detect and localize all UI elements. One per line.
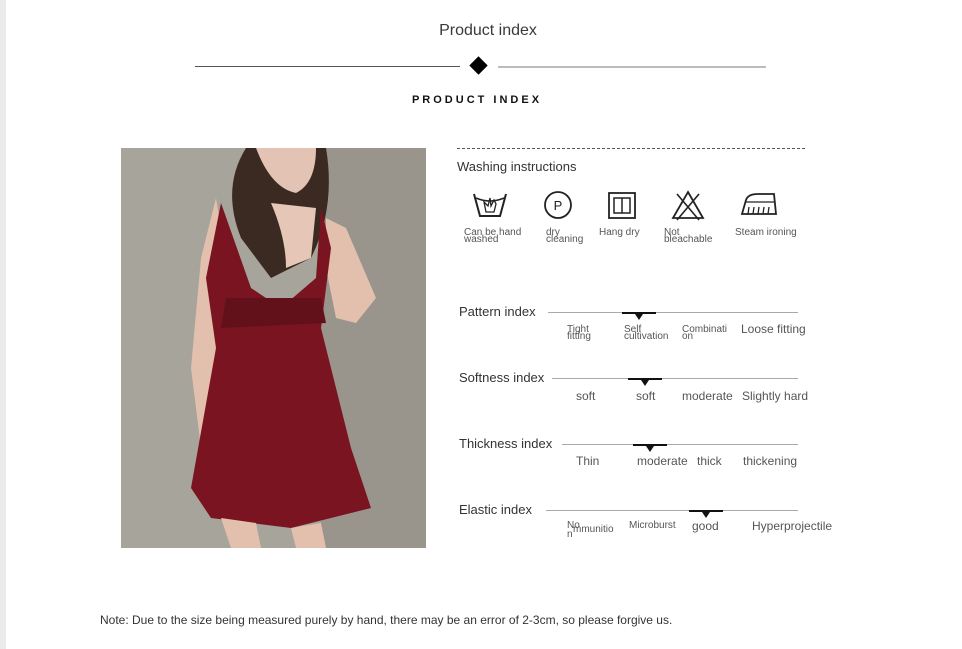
softness-index-marker bbox=[628, 378, 662, 386]
page-title: Product index bbox=[439, 22, 537, 39]
thickness-option-3: thick bbox=[697, 454, 722, 468]
elastic-option-1c: n bbox=[567, 529, 573, 540]
elastic-option-1b: mmunitio bbox=[573, 524, 614, 535]
softness-index-scale bbox=[552, 378, 798, 379]
elastic-option-3: good bbox=[692, 519, 719, 533]
hang-dry-icon bbox=[607, 190, 637, 220]
elastic-index-marker bbox=[689, 510, 723, 518]
pattern-index-marker bbox=[622, 312, 656, 320]
steam-ironing-icon bbox=[738, 190, 778, 220]
thickness-option-1: Thin bbox=[576, 454, 600, 468]
pattern-option-3b: on bbox=[682, 331, 694, 342]
dry-cleaning-label-2: cleaning bbox=[546, 234, 584, 245]
thickness-index-title: Thickness index bbox=[459, 436, 553, 451]
not-bleachable-icon bbox=[671, 190, 705, 222]
pattern-index-scale bbox=[548, 312, 798, 313]
svg-text:P: P bbox=[554, 198, 563, 213]
pattern-index-title: Pattern index bbox=[459, 304, 536, 319]
thickness-index-scale bbox=[562, 444, 798, 445]
softness-option-1: soft bbox=[576, 389, 596, 403]
elastic-option-4: Hyperprojectile bbox=[752, 519, 833, 533]
thickness-option-4: thickening bbox=[743, 454, 798, 468]
softness-index-title: Softness index bbox=[459, 370, 545, 385]
elastic-index-title: Elastic index bbox=[459, 502, 532, 517]
elastic-index-scale bbox=[546, 510, 798, 511]
hand-wash-label-2: washed bbox=[464, 234, 499, 245]
section-subtitle: PRODUCT INDEX bbox=[411, 94, 543, 106]
title-divider-left bbox=[195, 66, 460, 67]
dashed-divider bbox=[457, 148, 805, 149]
hand-wash-icon bbox=[472, 190, 508, 220]
hang-dry-label: Hang dry bbox=[599, 227, 640, 238]
not-bleachable-label-2: bleachable bbox=[664, 234, 713, 245]
thickness-index-marker bbox=[633, 444, 667, 452]
softness-option-2: soft bbox=[636, 389, 656, 403]
pattern-option-4: Loose fitting bbox=[741, 322, 806, 336]
softness-option-3: moderate bbox=[682, 389, 733, 403]
title-divider-right bbox=[498, 66, 766, 68]
elastic-option-2: Microburst bbox=[629, 520, 676, 531]
steam-ironing-label: Steam ironing bbox=[735, 227, 797, 238]
washing-instructions-title: Washing instructions bbox=[457, 159, 577, 174]
size-note: Note: Due to the size being measured pur… bbox=[100, 613, 673, 627]
pattern-option-1b: fitting bbox=[567, 331, 591, 342]
pattern-option-2b: cultivation bbox=[624, 331, 669, 342]
softness-option-4: Slightly hard bbox=[742, 389, 809, 403]
diamond-ornament bbox=[469, 56, 488, 75]
product-photo bbox=[121, 148, 426, 548]
thickness-option-2: moderate bbox=[637, 454, 688, 468]
dry-cleaning-icon: P bbox=[542, 190, 574, 220]
